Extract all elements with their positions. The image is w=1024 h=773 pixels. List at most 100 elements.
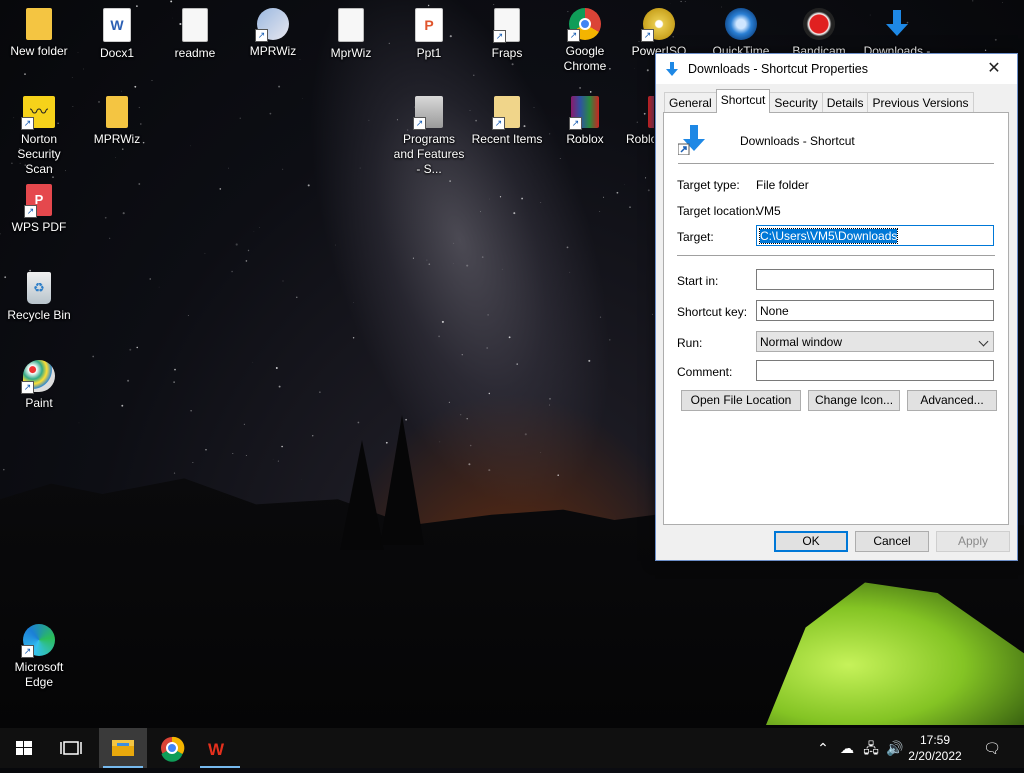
presentation-icon: P	[415, 8, 443, 42]
shortcut-arrow-icon: ↗	[24, 205, 37, 218]
desktop-icon-label: Fraps	[492, 46, 523, 60]
comment-input[interactable]	[756, 360, 994, 381]
clock[interactable]: 17:59 2/20/2022	[900, 732, 970, 764]
star	[138, 183, 140, 185]
cancel-button[interactable]: Cancel	[855, 531, 929, 552]
star	[190, 410, 191, 411]
desktop-icon-label: MPRWiz	[94, 132, 140, 146]
desktop-icon-label: Microsoft Edge	[15, 660, 64, 689]
star	[204, 253, 205, 254]
tab-details[interactable]: Details	[822, 92, 869, 113]
tab-shortcut[interactable]: Shortcut	[716, 89, 771, 113]
desktop-icon-fraps[interactable]: ↗ Fraps	[470, 2, 544, 61]
advanced-button[interactable]: Advanced...	[907, 390, 997, 411]
desktop-icon-mprwiz-text[interactable]: MprWiz	[314, 2, 388, 61]
desktop-icon-docx1[interactable]: W Docx1	[80, 2, 154, 61]
star	[648, 189, 650, 191]
target-label: Target:	[677, 230, 714, 244]
start-in-input[interactable]	[756, 269, 994, 290]
desktop-icon-norton[interactable]: 〰↗ Norton Security Scan	[2, 90, 76, 177]
tab-security[interactable]: Security	[769, 92, 822, 113]
desktop-icon-programs-features[interactable]: ↗ Programs and Features - S...	[392, 90, 466, 177]
desktop-icon-mprwiz-folder[interactable]: MPRWiz	[80, 90, 154, 147]
shortcut-arrow-icon: ↗	[492, 117, 505, 130]
open-file-location-button[interactable]: Open File Location	[681, 390, 801, 411]
taskbar-file-explorer[interactable]	[99, 728, 147, 768]
shortcut-key-input[interactable]: None	[756, 300, 994, 321]
word-document-icon: W	[103, 8, 131, 42]
svg-text:W: W	[208, 740, 225, 759]
star	[500, 196, 501, 197]
desktop-icon-quicktime[interactable]: QuickTime	[704, 2, 778, 59]
desktop-icon-roblox-winrar[interactable]: ↗ Roblox	[548, 90, 622, 147]
desktop-icon-roblox[interactable]: Roblo	[618, 90, 654, 147]
shortcut-arrow-icon: ↗	[567, 29, 580, 42]
desktop-icon-bandicam[interactable]: Bandicam	[782, 2, 856, 59]
star	[389, 43, 390, 44]
taskbar-chrome[interactable]	[148, 728, 196, 768]
star	[282, 169, 283, 170]
apply-button[interactable]: Apply	[936, 531, 1010, 552]
star	[109, 238, 110, 239]
desktop-icon-downloads[interactable]: Downloads -	[860, 2, 934, 59]
star	[3, 469, 5, 471]
network-tray-button[interactable]: 🖧	[860, 728, 882, 768]
taskbar-wps-office[interactable]: W	[196, 728, 244, 768]
desktop-icon-recent-items[interactable]: ↗ Recent Items	[470, 90, 544, 147]
desktop-icon-label: Paint	[25, 396, 52, 410]
star	[625, 184, 626, 185]
star	[240, 118, 241, 119]
desktop-icon-mprwiz-setup[interactable]: ↗ MPRWiz	[236, 2, 310, 59]
desktop-icon-microsoft-edge[interactable]: ↗ Microsoft Edge	[2, 618, 76, 690]
star	[228, 168, 229, 169]
star	[296, 297, 297, 298]
desktop-icon-recycle-bin[interactable]: ♻ Recycle Bin	[2, 266, 76, 323]
star	[281, 446, 283, 448]
desktop-icon-wps-pdf[interactable]: P↗ WPS PDF	[2, 178, 76, 235]
shortcut-arrow-icon: ↗	[493, 30, 506, 43]
star	[278, 461, 279, 462]
shortcut-arrow-icon: ↗	[21, 645, 34, 658]
shortcut-arrow-icon: ↗	[21, 381, 34, 394]
run-dropdown[interactable]: Normal window	[756, 331, 994, 352]
star	[645, 177, 646, 178]
tab-previous-versions[interactable]: Previous Versions	[867, 92, 973, 113]
desktop-icon-new-folder[interactable]: New folder	[2, 2, 76, 59]
dialog-titlebar[interactable]: Downloads - Shortcut Properties ✕	[656, 54, 1017, 84]
star	[972, 0, 973, 1]
star	[279, 386, 281, 388]
star	[188, 315, 189, 316]
network-icon: 🖧	[863, 740, 879, 756]
star	[129, 349, 131, 351]
wps-pdf-icon: P↗	[26, 184, 52, 216]
star	[502, 269, 503, 270]
tab-general[interactable]: General	[664, 92, 717, 113]
star	[487, 348, 488, 349]
star	[549, 405, 550, 406]
ok-button[interactable]: OK	[774, 531, 848, 552]
onedrive-tray-button[interactable]: ☁	[836, 728, 858, 768]
desktop-icon-paint[interactable]: ↗ Paint	[2, 354, 76, 411]
desktop-icon-poweriso[interactable]: ↗ PowerISO	[626, 2, 692, 59]
notification-icon: 🗨	[983, 740, 1001, 756]
clock-time: 17:59	[900, 732, 970, 748]
close-button[interactable]: ✕	[971, 54, 1017, 84]
desktop-icon-google-chrome[interactable]: ↗ Google Chrome	[548, 2, 622, 74]
dialog-title: Downloads - Shortcut Properties	[688, 62, 868, 76]
star	[174, 369, 176, 371]
desktop-icon-ppt1[interactable]: P Ppt1	[392, 2, 466, 61]
star	[549, 398, 551, 400]
target-input[interactable]: C:\Users\VM5\Downloads	[756, 225, 994, 246]
start-button[interactable]	[0, 728, 48, 768]
star	[174, 473, 175, 474]
star	[368, 120, 369, 121]
star	[283, 281, 284, 282]
star	[78, 52, 79, 53]
task-view-button[interactable]	[48, 728, 96, 768]
show-hidden-icons-button[interactable]: ⌃	[814, 728, 832, 768]
action-center-button[interactable]: 🗨	[978, 728, 1006, 768]
star	[246, 260, 248, 262]
change-icon-button[interactable]: Change Icon...	[808, 390, 900, 411]
star	[462, 354, 463, 355]
desktop-icon-readme[interactable]: readme	[158, 2, 232, 61]
